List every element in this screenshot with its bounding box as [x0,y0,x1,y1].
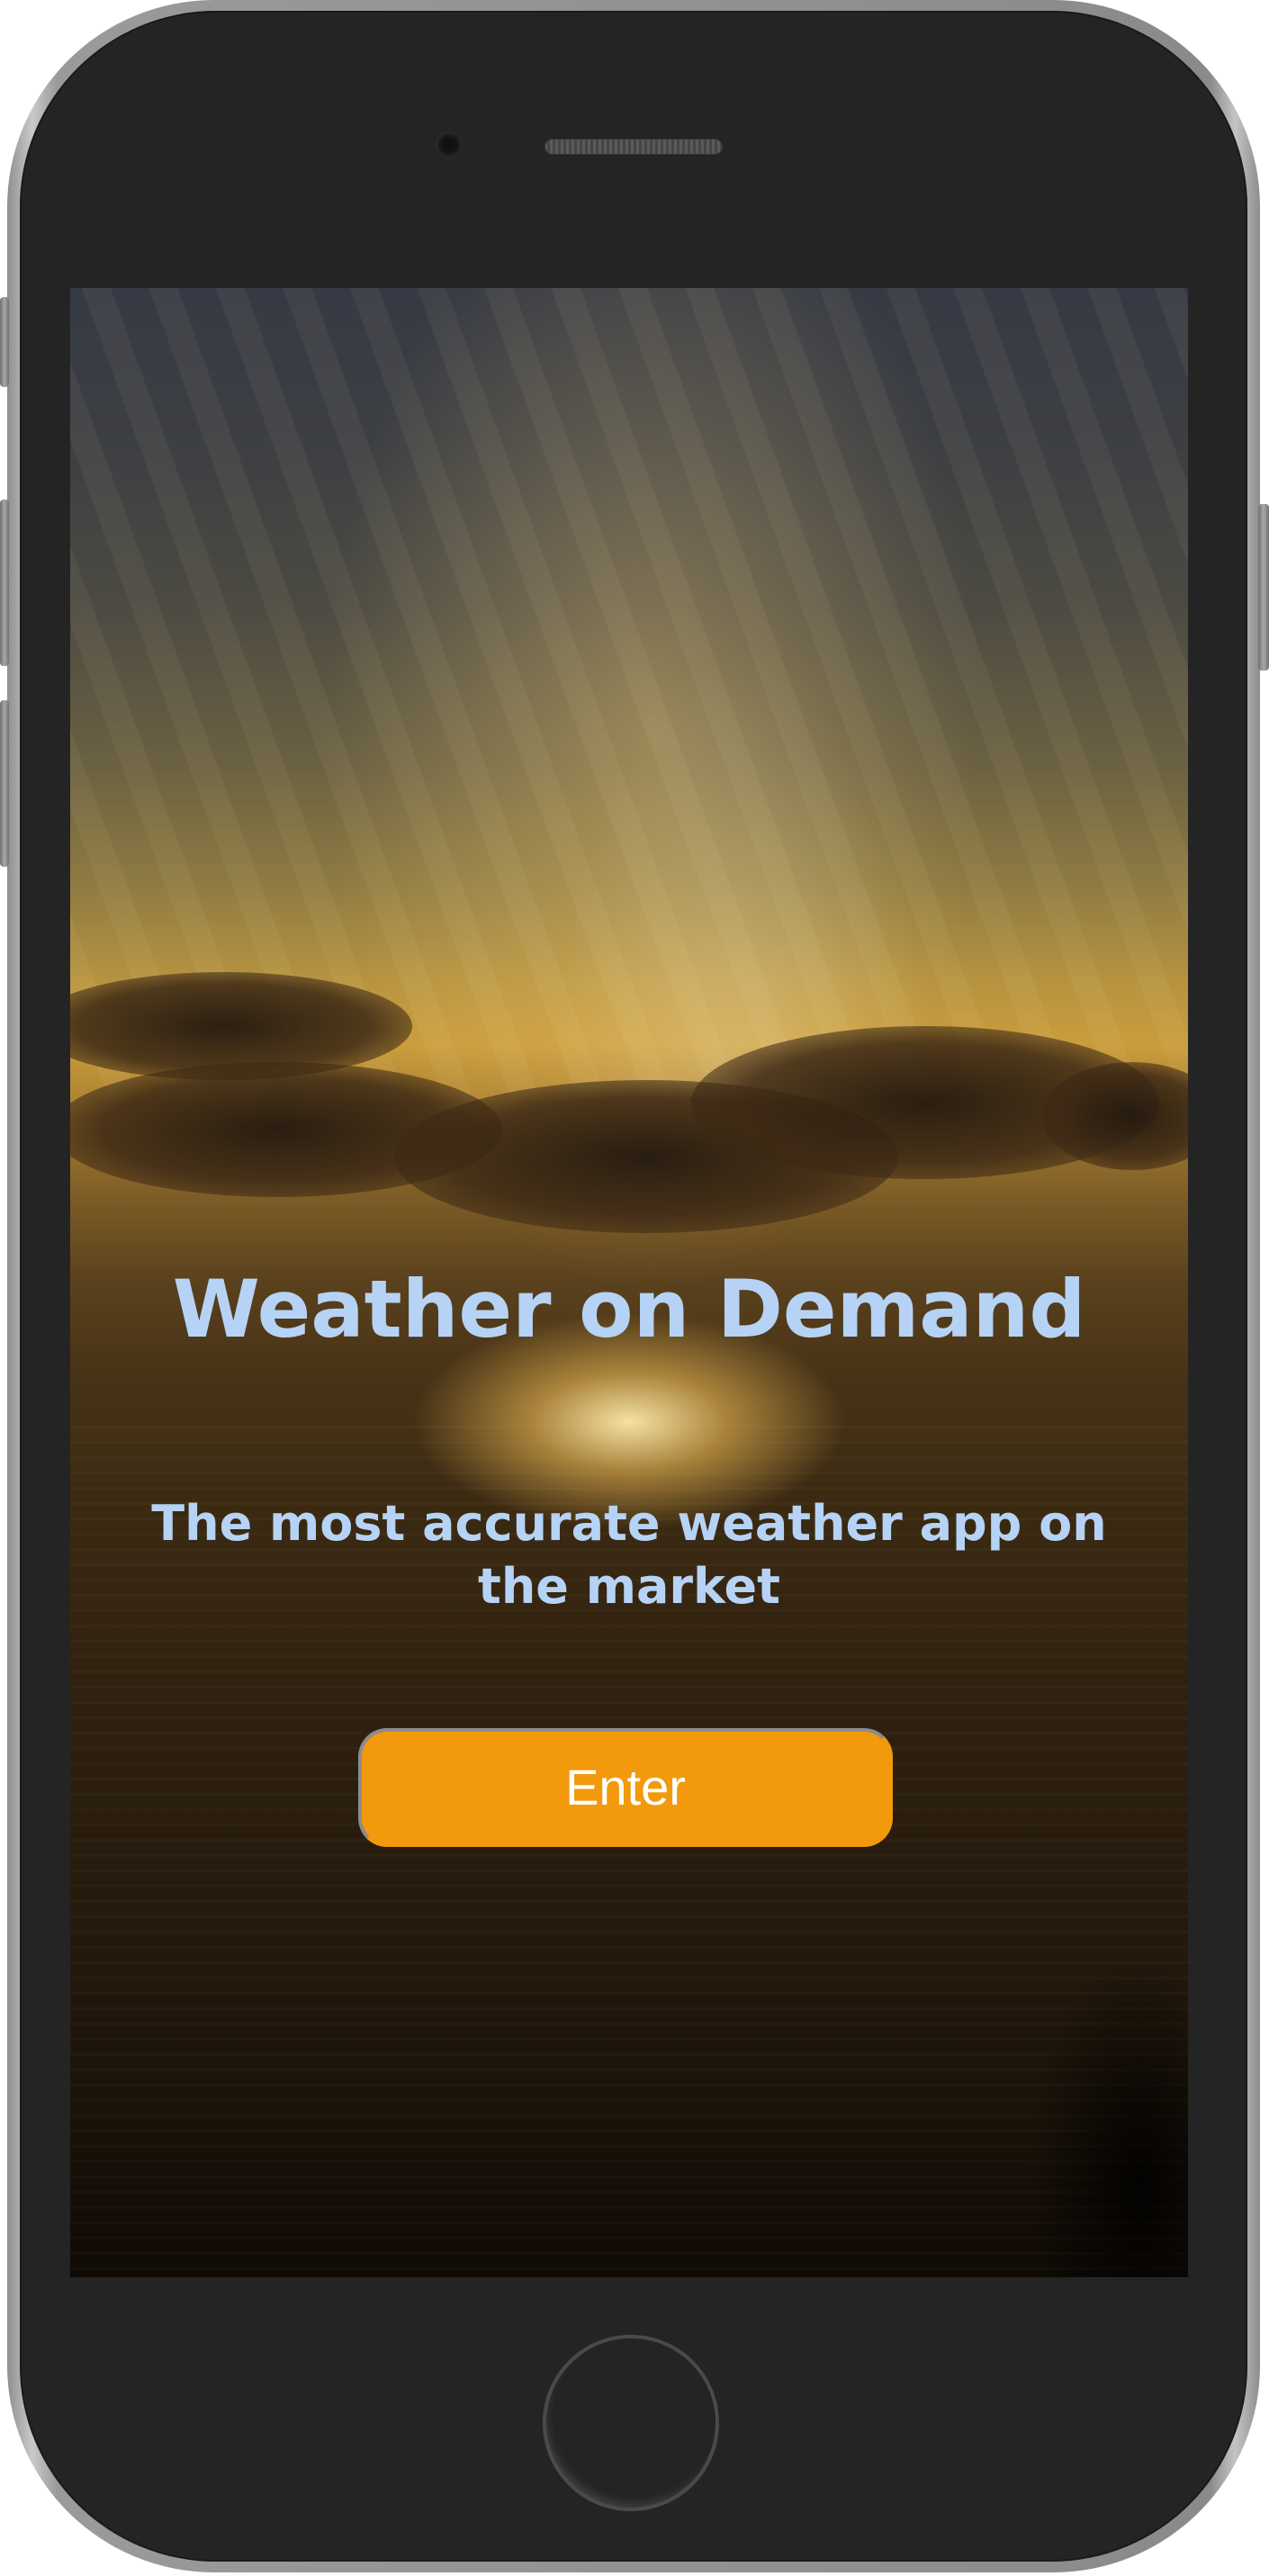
tree-silhouette [1026,1953,1188,2277]
front-camera-icon [436,131,463,158]
power-button [1258,504,1269,671]
page: Weather on Demand The most accurate weat… [0,0,1269,2576]
app-screen: Weather on Demand The most accurate weat… [70,288,1188,2277]
mute-switch [0,297,9,387]
home-button-icon[interactable] [543,2335,719,2511]
volume-down-button [0,700,9,867]
app-title: Weather on Demand [172,1263,1086,1356]
volume-up-button [0,500,9,666]
app-subtitle: The most accurate weather app on the mar… [151,1495,1107,1615]
earpiece-speaker-icon [544,139,723,155]
enter-button[interactable]: Enter [358,1728,893,1847]
